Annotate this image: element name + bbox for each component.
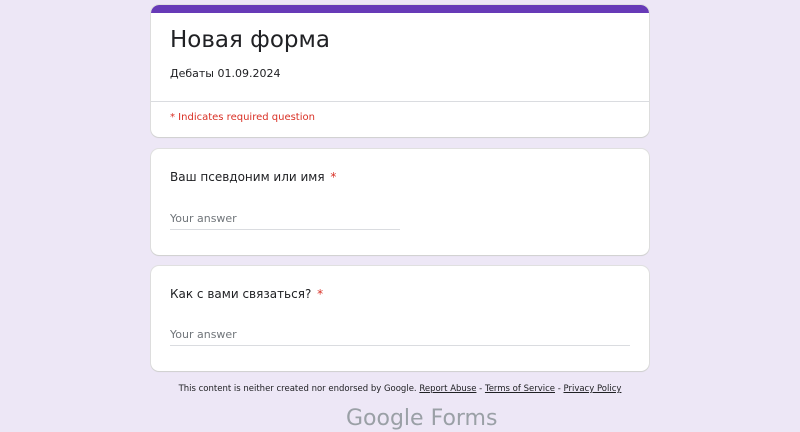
privacy-policy-link[interactable]: Privacy Policy (563, 384, 621, 394)
header-divider (151, 101, 649, 102)
question-label-contact: Как с вами связаться? (170, 287, 312, 301)
footer: This content is neither created nor endo… (0, 382, 800, 396)
form-description: Дебаты 01.09.2024 (170, 67, 281, 80)
required-question-note: * Indicates required question (170, 112, 315, 123)
contact-answer-input[interactable] (170, 324, 630, 346)
required-asterisk: * (330, 170, 337, 184)
nickname-answer-input[interactable] (170, 208, 400, 230)
question-card-contact: Как с вами связаться? * (151, 266, 649, 371)
terms-of-service-link[interactable]: Terms of Service (485, 384, 555, 394)
footer-disclaimer: This content is neither created nor endo… (178, 384, 417, 394)
google-forms-logo[interactable]: Google Forms (346, 406, 497, 432)
required-asterisk: * (317, 287, 324, 301)
question-title-nickname: Ваш псевдоним или имя * (170, 169, 336, 185)
report-abuse-link[interactable]: Report Abuse (419, 384, 476, 394)
form-title: Новая форма (170, 27, 330, 53)
form-header-card: Новая форма Дебаты 01.09.2024 * Indicate… (151, 5, 649, 137)
header-accent-bar (151, 5, 649, 13)
question-label-nickname: Ваш псевдоним или имя (170, 170, 325, 184)
question-title-contact: Как с вами связаться? * (170, 286, 323, 302)
footer-separator: - (476, 384, 485, 394)
question-card-nickname: Ваш псевдоним или имя * (151, 149, 649, 255)
